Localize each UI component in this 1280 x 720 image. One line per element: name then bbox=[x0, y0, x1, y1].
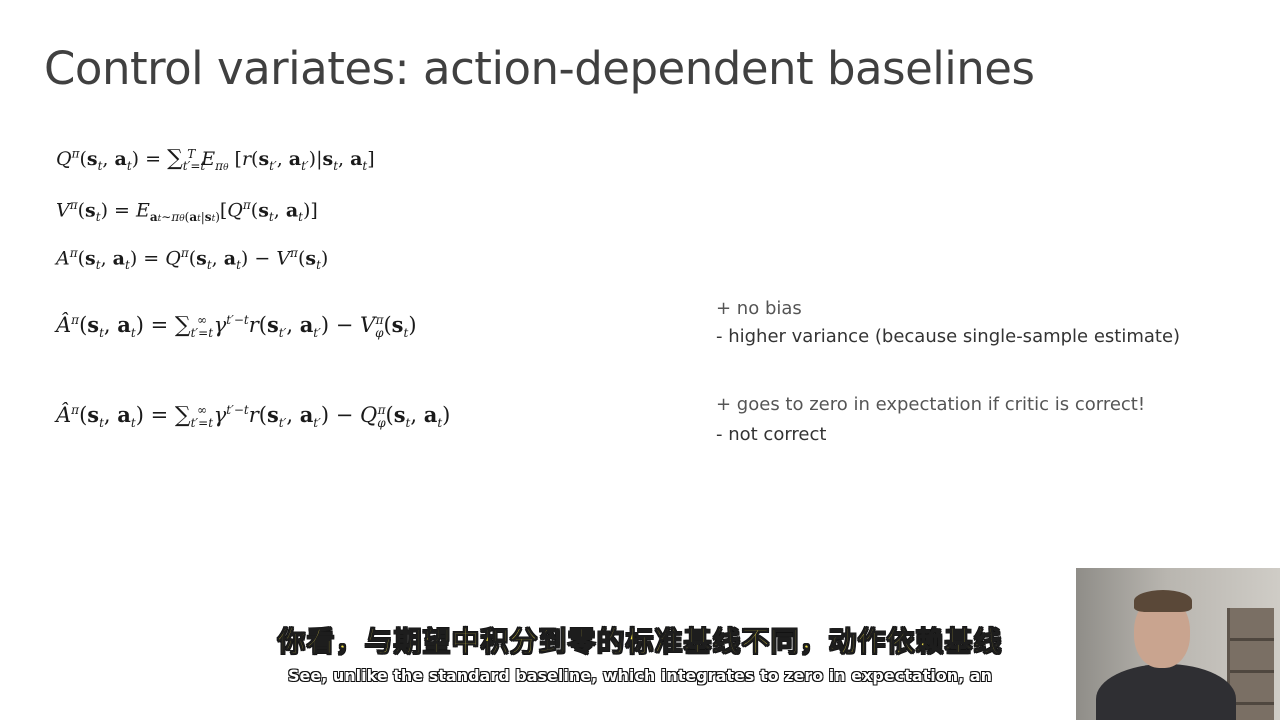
note-no-bias: + no bias bbox=[716, 298, 802, 319]
note-goes-to-zero: + goes to zero in expectation if critic … bbox=[716, 394, 1146, 415]
equation-q-function: Qπ(st, at) = ∑t′=tT Eπθ [r(st′, at′)|st,… bbox=[56, 146, 375, 173]
equation-advantage: Aπ(st, at) = Qπ(st, at) − Vπ(st) bbox=[56, 246, 329, 273]
subtitle-english: See, unlike the standard baseline, which… bbox=[288, 666, 992, 685]
note-not-correct: - not correct bbox=[716, 424, 827, 445]
subtitle-chinese: 你看，与期望中积分到零的标准基线不同，动作依赖基线 bbox=[277, 625, 1003, 659]
equation-advantage-estimate-q-baseline: Âπ(st, at) = ∑t′=t∞ γt′−tr(st′, at′) − Q… bbox=[56, 402, 451, 431]
equation-v-function: Vπ(st) = Eat∼πθ(at|st)[Qπ(st, at)] bbox=[56, 198, 318, 225]
slide-title: Control variates: action-dependent basel… bbox=[44, 42, 1035, 95]
note-higher-variance: - higher variance (because single-sample… bbox=[716, 326, 1181, 347]
equation-advantage-estimate-v-baseline: Âπ(st, at) = ∑t′=t∞ γt′−tr(st′, at′) − V… bbox=[56, 312, 417, 341]
